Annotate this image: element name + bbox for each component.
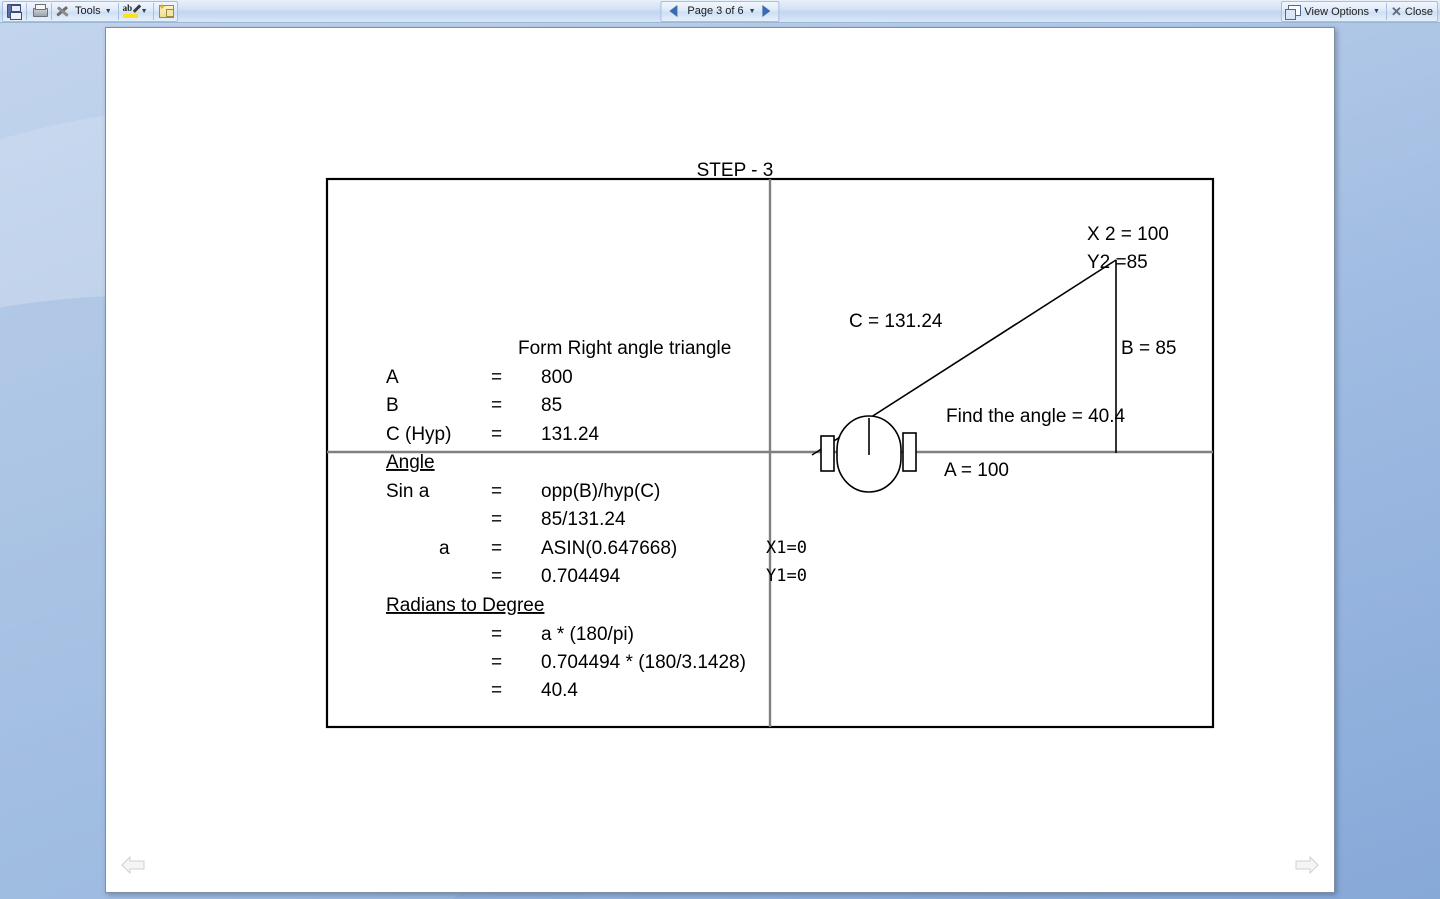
row-label-c: C (Hyp): [386, 424, 451, 445]
page-indicator: Page 3 of 6: [687, 5, 744, 17]
page-back-arrow-button[interactable]: [121, 854, 145, 876]
tools-label: Tools: [75, 5, 101, 17]
toolbar-group-file: Tools ▼ ▼ ✦: [2, 0, 178, 22]
application-window: Tools ▼ ▼ ✦ Page 3 of 6 ▼: [0, 0, 1440, 899]
label-find-angle: Find the angle = 40.4: [946, 406, 1125, 427]
chevron-down-icon: ▼: [140, 7, 148, 15]
close-label: Close: [1404, 5, 1433, 18]
origin-marker-flange-right: [902, 432, 917, 472]
row-value-a: 800: [541, 367, 573, 388]
save-icon: [7, 4, 22, 20]
row-eq-a: =: [491, 367, 502, 388]
angle-row-eq-1: =: [491, 509, 502, 530]
close-icon: ✕: [1390, 4, 1402, 19]
highlight-icon: [122, 3, 141, 19]
view-options-button[interactable]: View Options ▼: [1283, 2, 1384, 21]
row-value-c: 131.24: [541, 424, 600, 445]
chevron-down-icon[interactable]: ▼: [748, 8, 757, 15]
angle-row-eq-0: =: [491, 481, 502, 502]
toolbar-separator: [117, 2, 119, 20]
document-page: STEP - 3 Form Right angle triangle A = 8…: [105, 27, 1335, 893]
radians-row-value-1: 0.704494 * (180/3.1428): [541, 652, 746, 673]
toolbar-separator: [1385, 3, 1387, 20]
toolbar-separator: [152, 2, 154, 20]
row-value-b: 85: [541, 395, 562, 416]
label-hypotenuse: C = 131.24: [849, 311, 943, 332]
label-y2: Y2 =85: [1087, 252, 1148, 273]
radians-row-eq-2: =: [491, 680, 502, 701]
label-opposite: B = 85: [1121, 338, 1176, 359]
radians-row-eq-0: =: [491, 624, 502, 645]
label-y1: Y1=0: [766, 566, 807, 586]
radians-row-value-2: 40.4: [541, 680, 578, 701]
toolbar-separator: [51, 2, 52, 20]
page-forward-arrow-button[interactable]: [1295, 854, 1319, 876]
save-button[interactable]: [4, 2, 24, 21]
left-panel-heading: Form Right angle triangle: [518, 338, 731, 359]
chevron-down-icon: ▼: [104, 7, 112, 15]
toolbar: Tools ▼ ▼ ✦ Page 3 of 6 ▼: [0, 0, 1440, 23]
next-page-button[interactable]: [757, 2, 777, 21]
view-options-label: View Options: [1304, 5, 1370, 18]
angle-section-heading: Angle: [386, 452, 435, 473]
row-eq-b: =: [491, 395, 502, 416]
chevron-down-icon: ▼: [1373, 8, 1380, 15]
tools-button[interactable]: Tools ▼: [54, 2, 116, 21]
angle-row-eq-2: =: [491, 538, 502, 559]
angle-row-value-2: ASIN(0.647668): [541, 538, 677, 559]
angle-row-eq-3: =: [491, 566, 502, 587]
arrow-right-icon: [762, 5, 771, 17]
diagram-title: STEP - 3: [697, 160, 774, 181]
label-x1: X1=0: [766, 538, 807, 558]
print-button[interactable]: [29, 2, 49, 21]
radians-row-value-0: a * (180/pi): [541, 624, 634, 645]
angle-row-value-0: opp(B)/hyp(C): [541, 481, 660, 502]
highlight-button[interactable]: ▼: [121, 2, 151, 21]
row-label-a: A: [386, 367, 399, 388]
toolbar-group-view: View Options ▼ ✕ Close: [1279, 1, 1438, 22]
origin-marker-flange-left: [820, 435, 835, 472]
radians-section-heading: Radians to Degree: [386, 595, 544, 616]
tools-icon: [56, 4, 72, 19]
add-note-button[interactable]: ✦: [156, 2, 176, 21]
previous-page-button[interactable]: [663, 2, 683, 21]
label-adjacent: A = 100: [944, 460, 1009, 481]
view-options-group: View Options ▼ ✕ Close: [1281, 1, 1438, 22]
label-x2: X 2 = 100: [1087, 224, 1169, 245]
toolbar-separator: [26, 2, 27, 20]
close-button[interactable]: ✕ Close: [1389, 2, 1436, 21]
view-options-icon: [1285, 4, 1302, 20]
angle-row-value-3: 0.704494: [541, 566, 621, 587]
print-icon: [32, 4, 48, 18]
angle-row-label-0: Sin a: [386, 481, 430, 502]
row-label-b: B: [386, 395, 399, 416]
angle-row-value-1: 85/131.24: [541, 509, 626, 530]
row-eq-c: =: [491, 424, 502, 445]
arrow-left-icon: [669, 5, 678, 17]
page-navigation: Page 3 of 6 ▼: [660, 0, 780, 22]
sticky-note-icon: ✦: [158, 3, 174, 18]
radians-row-eq-1: =: [491, 652, 502, 673]
diagram-canvas: STEP - 3 Form Right angle triangle A = 8…: [106, 28, 1336, 894]
angle-row-label-2: a: [439, 538, 450, 559]
